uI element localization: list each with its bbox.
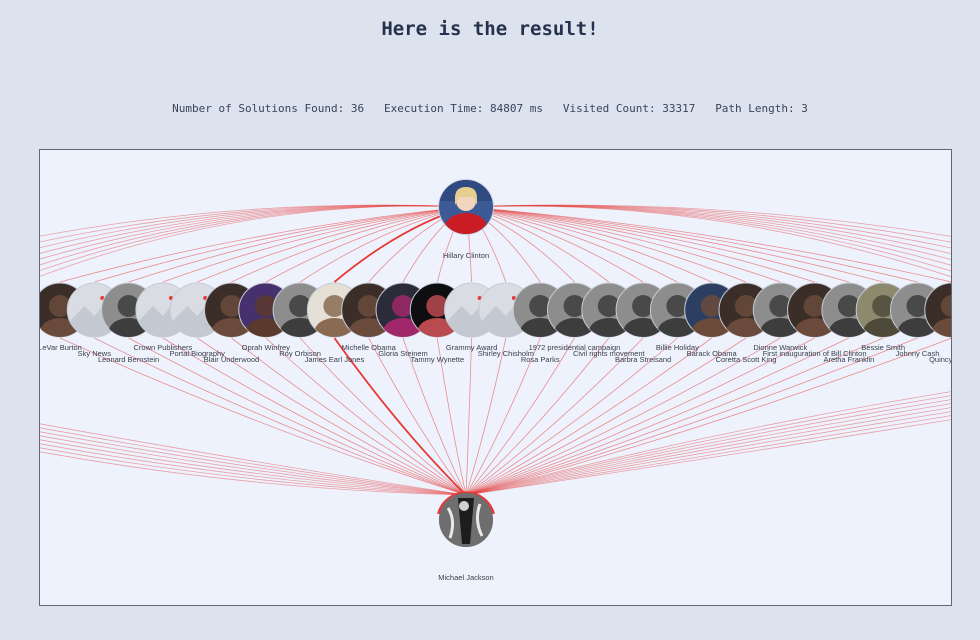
intermediate-node-label: James Earl Jones bbox=[305, 355, 365, 364]
link-edge-lower bbox=[465, 411, 951, 496]
link-upper bbox=[465, 206, 712, 283]
intermediate-node-label: Aretha Franklin bbox=[823, 355, 874, 364]
path-graph[interactable]: LeVar Burton Sky News Leonard Bernstein Cro… bbox=[39, 149, 952, 606]
target-node-label: Michael Jackson bbox=[438, 573, 493, 582]
graph-nodes: LeVar BurtonSky NewsLeonard BernsteinCro… bbox=[40, 282, 951, 364]
target-node[interactable] bbox=[437, 491, 495, 548]
link-edge-upper bbox=[40, 204, 467, 237]
link-edge-lower bbox=[465, 391, 951, 496]
link-edge-lower bbox=[40, 427, 467, 496]
visited-count: Visited Count: 33317 bbox=[562, 102, 696, 115]
graph-canvas[interactable]: LeVar BurtonSky NewsLeonard BernsteinCro… bbox=[40, 150, 951, 605]
link-lower bbox=[465, 337, 472, 496]
path-length: Path Length: 3 bbox=[715, 102, 808, 115]
intermediate-node-label: Rosa Parks bbox=[521, 355, 560, 364]
link-lower bbox=[465, 337, 747, 496]
intermediate-node-label: Tammy Wynette bbox=[410, 355, 464, 364]
link-lower bbox=[465, 337, 507, 496]
intermediate-node-label: LeVar Burton bbox=[40, 343, 82, 352]
execution-time: Execution Time: 84807 ms bbox=[384, 102, 543, 115]
link-upper bbox=[465, 206, 918, 283]
link-edge-upper bbox=[465, 205, 951, 249]
intermediate-node-label: Leonard Bernstein bbox=[98, 355, 159, 364]
source-node-label: Hillary Clinton bbox=[443, 251, 489, 260]
intermediate-node-label: Blair Underwood bbox=[204, 355, 259, 364]
intermediate-node-label: Quincy Jones bbox=[929, 355, 951, 364]
page-title: Here is the result! bbox=[381, 18, 599, 40]
stats-bar: Number of Solutions Found: 36 Execution … bbox=[0, 102, 980, 115]
link-upper bbox=[465, 206, 884, 283]
link-edge-upper bbox=[465, 205, 951, 255]
intermediate-node-label: Barbra Streisand bbox=[615, 355, 671, 364]
solutions-count: Number of Solutions Found: 36 bbox=[172, 102, 365, 115]
